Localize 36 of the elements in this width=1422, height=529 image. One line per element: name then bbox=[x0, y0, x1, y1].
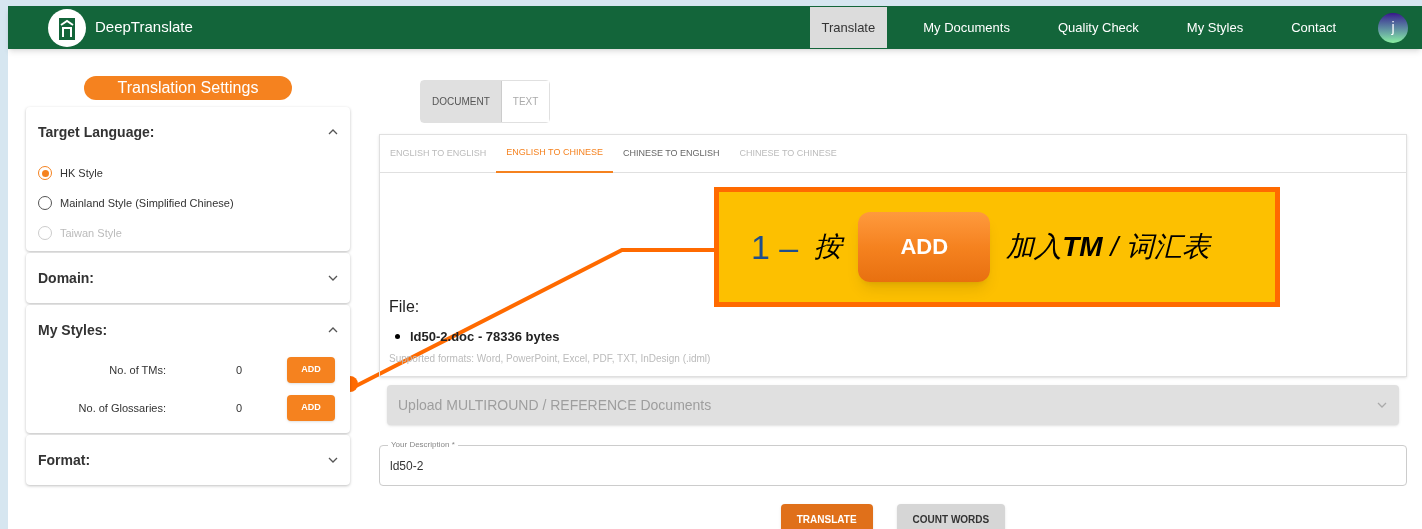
brand-name: DeepTranslate bbox=[95, 17, 193, 38]
file-heading: File: bbox=[389, 296, 420, 317]
mode-toggle-button[interactable]: DOCUMENT bbox=[421, 81, 502, 122]
panel-title: My Styles: bbox=[38, 320, 108, 340]
nav-tab[interactable]: My Documents bbox=[911, 7, 1022, 48]
count-label: No. of Glossaries: bbox=[77, 400, 167, 416]
nav-tab[interactable]: Translate bbox=[809, 7, 888, 48]
panel-title: Domain: bbox=[38, 268, 94, 288]
instruction-text: 加入TM / 词汇表 bbox=[1006, 230, 1211, 264]
panel-title: Format: bbox=[38, 450, 91, 470]
field-value: ld50-2 bbox=[390, 457, 424, 475]
radio-option[interactable]: HK Style bbox=[38, 165, 338, 181]
panel-title: Target Language: bbox=[38, 122, 155, 142]
panel-header[interactable]: Target Language: bbox=[26, 107, 350, 157]
language-tab[interactable]: CHINESE TO ENGLISH bbox=[612, 135, 730, 173]
panel-header[interactable]: Format: bbox=[26, 435, 350, 485]
step-number: 1 – bbox=[751, 226, 799, 268]
panel-header[interactable]: Domain: bbox=[26, 253, 350, 303]
radio-option: Taiwan Style bbox=[38, 225, 338, 241]
nav-tab[interactable]: My Styles bbox=[1174, 7, 1256, 48]
language-tab: ENGLISH TO ENGLISH bbox=[380, 135, 497, 173]
nav-tab[interactable]: Quality Check bbox=[1045, 7, 1151, 48]
nav-tab[interactable]: Contact bbox=[1279, 7, 1348, 48]
language-tab: CHINESE TO CHINESE bbox=[729, 135, 847, 173]
count-value: 0 bbox=[236, 362, 244, 378]
bullet-icon bbox=[395, 333, 400, 339]
settings-title: Translation Settings bbox=[84, 76, 292, 100]
field-label: Your Description * bbox=[388, 439, 458, 451]
panel-header[interactable]: My Styles: bbox=[26, 305, 350, 355]
count-value: 0 bbox=[236, 400, 244, 416]
action-button[interactable]: COUNT WORDS bbox=[896, 504, 1006, 529]
add-button-illustration: ADD bbox=[858, 212, 991, 282]
instruction-text: 按 bbox=[814, 230, 843, 264]
upload-label: Upload MULTIROUND / REFERENCE Documents bbox=[398, 395, 712, 415]
radio-option[interactable]: Mainland Style (Simplified Chinese) bbox=[38, 195, 338, 211]
count-label: No. of TMs: bbox=[108, 362, 167, 378]
